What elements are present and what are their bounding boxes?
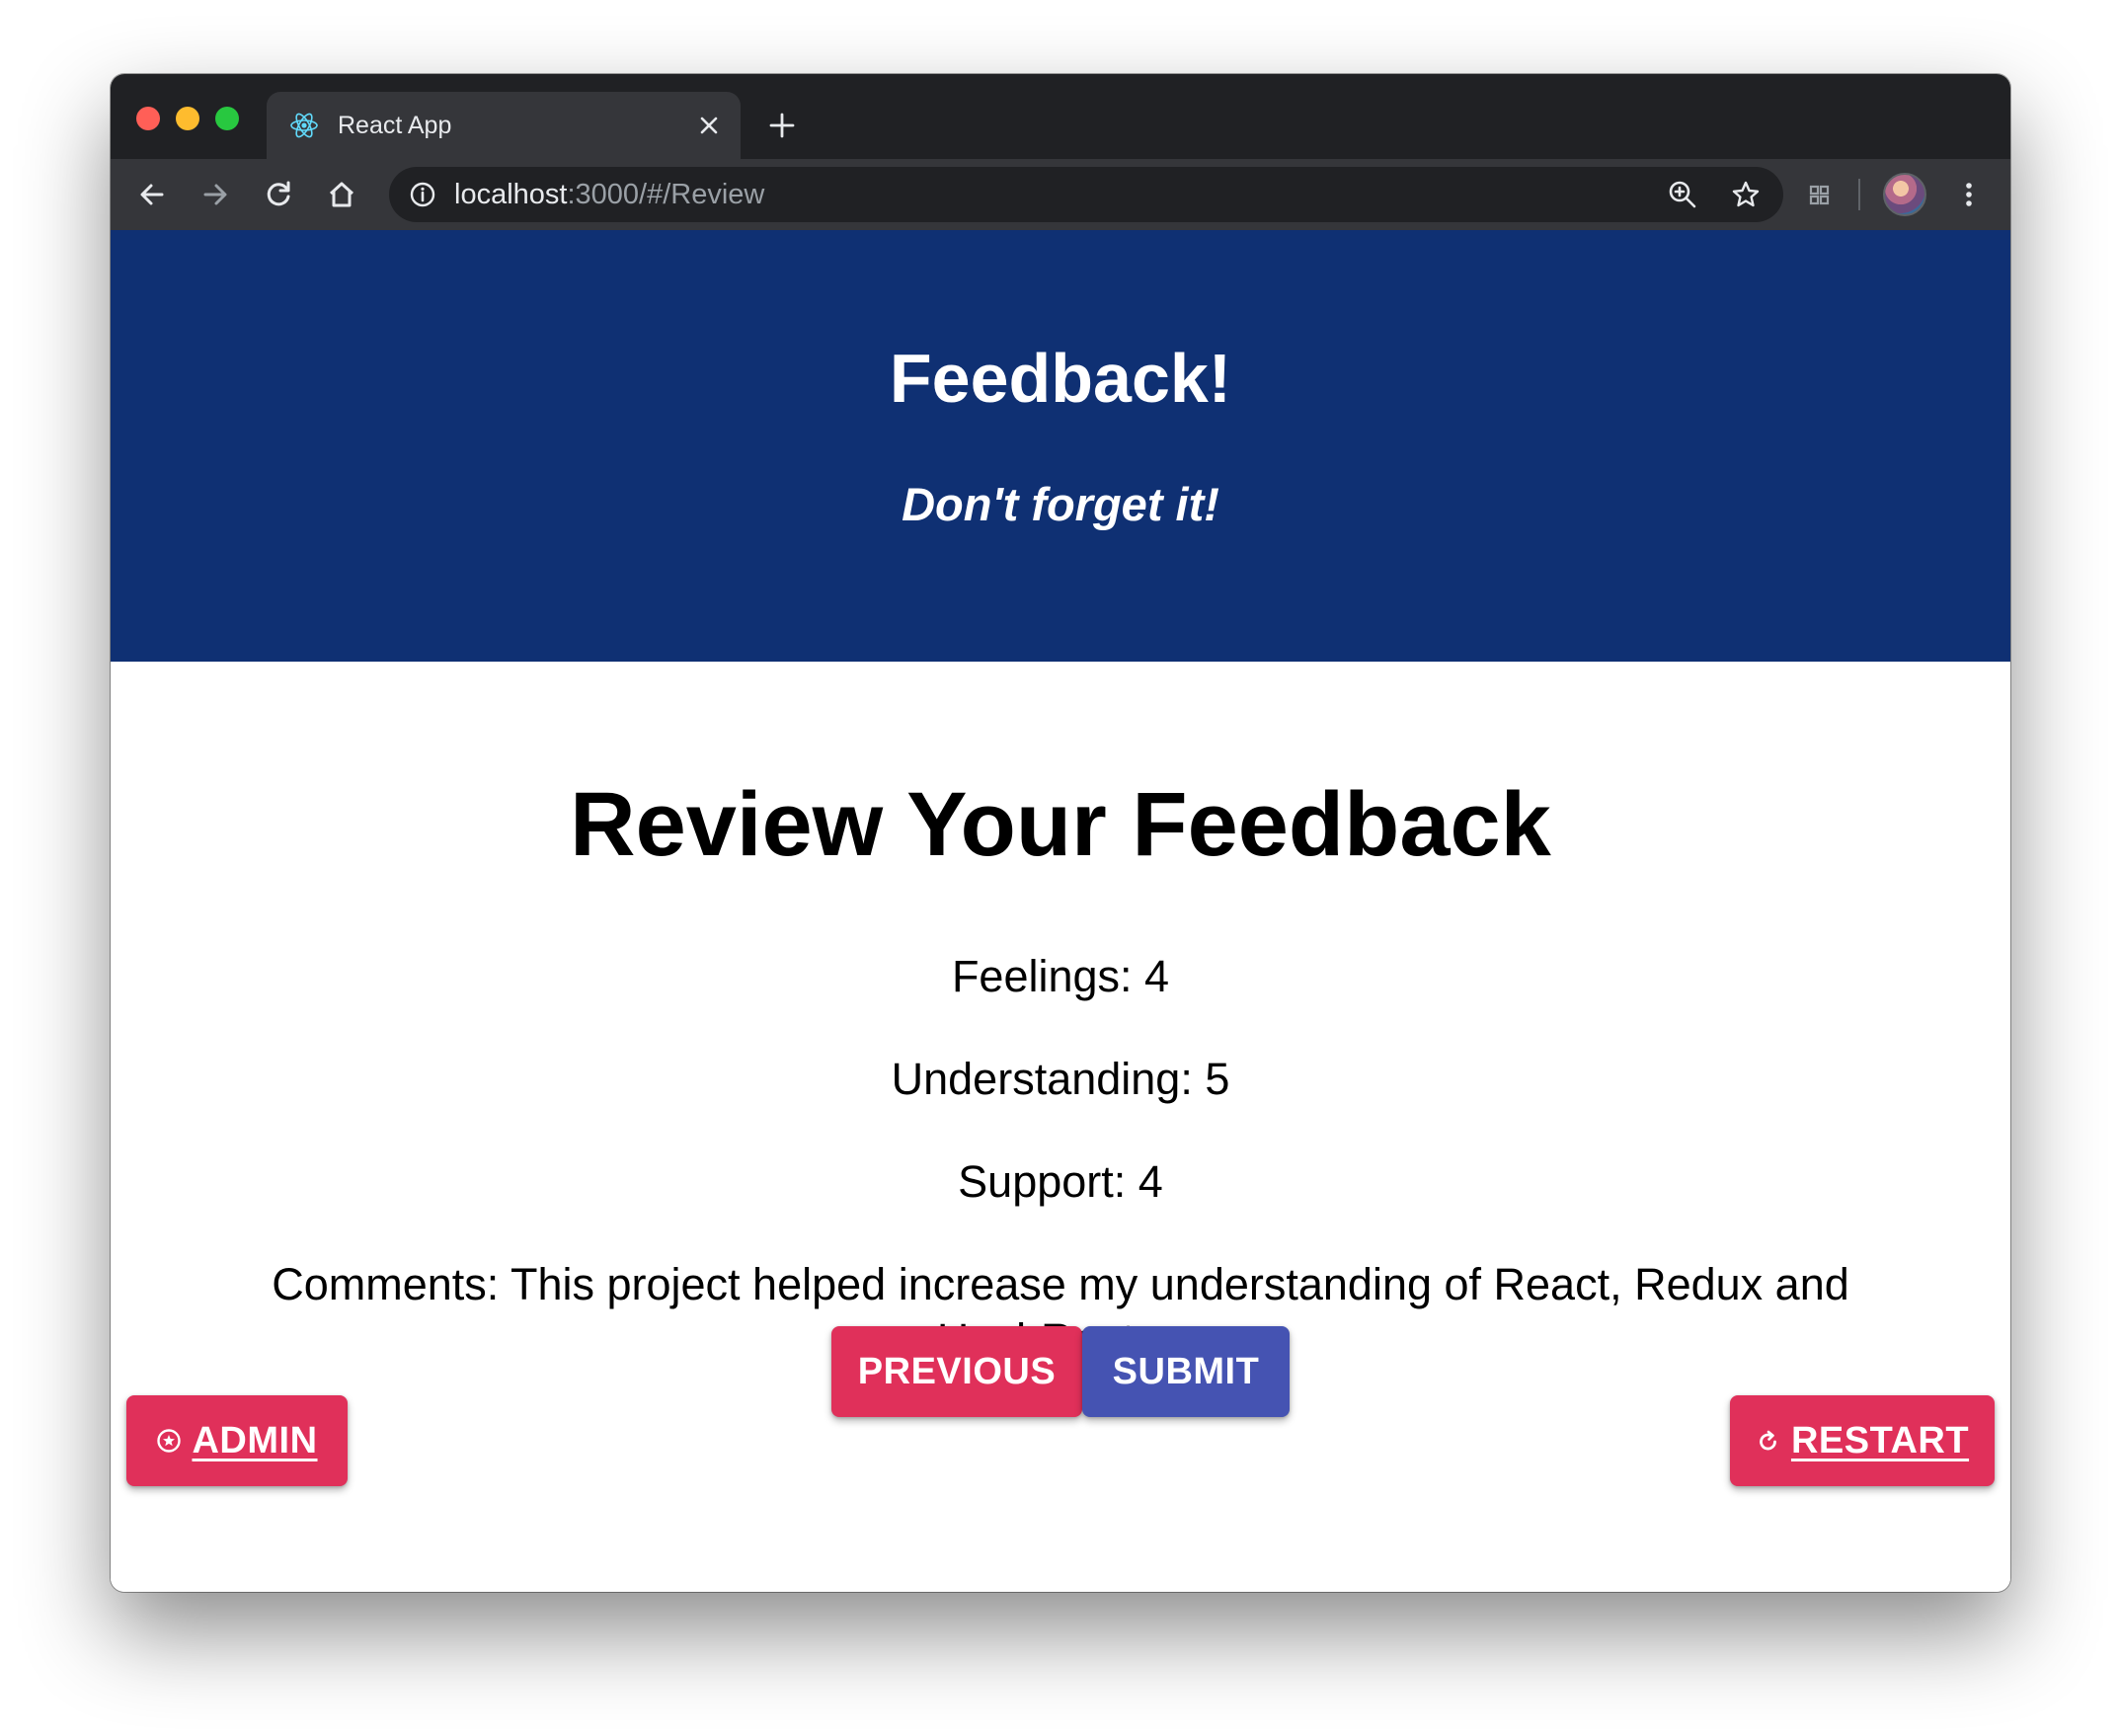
feelings-value: Feelings: 4 (951, 951, 1170, 1001)
app-title: Feedback! (889, 340, 1232, 417)
admin-button[interactable]: ADMIN (126, 1395, 348, 1486)
address-bar[interactable]: localhost:3000/#/Review (389, 167, 1783, 222)
browser-window: React App localhost:3000/#/Review Feedba… (111, 74, 2010, 1592)
maximize-window-button[interactable] (215, 107, 239, 130)
admin-button-label: ADMIN (192, 1419, 318, 1461)
close-icon[interactable] (695, 112, 723, 139)
previous-button-label: PREVIOUS (857, 1350, 1057, 1392)
zoom-icon[interactable] (1667, 179, 1698, 210)
back-arrow-icon[interactable] (134, 177, 170, 212)
close-window-button[interactable] (136, 107, 160, 130)
star-icon[interactable] (1730, 179, 1762, 210)
restart-button[interactable]: RESTART (1730, 1395, 1995, 1486)
home-icon[interactable] (324, 177, 359, 212)
kebab-menu-icon[interactable] (1951, 177, 1987, 212)
url-text[interactable]: localhost:3000/#/Review (454, 179, 764, 210)
restart-button-label: RESTART (1790, 1419, 1970, 1461)
star-circle-icon (157, 1429, 182, 1453)
restart-icon (1760, 1430, 1776, 1451)
submit-button-label: SUBMIT (1112, 1350, 1260, 1392)
restart-link[interactable]: RESTART (1756, 1420, 1969, 1462)
plus-icon[interactable] (766, 110, 798, 141)
reload-icon[interactable] (261, 177, 296, 212)
url-host: localhost (454, 179, 568, 210)
react-atom-icon (290, 113, 318, 138)
minimize-window-button[interactable] (176, 107, 199, 130)
understanding-value: Understanding: 5 (891, 1054, 1230, 1104)
forward-arrow-icon[interactable] (197, 177, 233, 212)
browser-toolbar: localhost:3000/#/Review (111, 159, 2010, 230)
page-content: Feedback! Don't forget it! Review Your F… (111, 230, 2010, 1592)
support-value: Support: 4 (958, 1156, 1163, 1207)
previous-button[interactable]: PREVIOUS (831, 1326, 1082, 1417)
app-header: Feedback! Don't forget it! (111, 230, 2010, 662)
submit-button[interactable]: SUBMIT (1082, 1326, 1290, 1417)
url-path: :3000/#/Review (567, 179, 765, 210)
info-icon[interactable] (409, 181, 436, 208)
avatar[interactable] (1883, 173, 1926, 216)
admin-link[interactable]: ADMIN (156, 1420, 317, 1462)
tab-strip: React App (111, 74, 2010, 159)
app-subtitle: Don't forget it! (902, 478, 1219, 530)
toolbar-divider (1858, 179, 1860, 210)
page-title: Review Your Feedback (570, 774, 1551, 875)
grid-icon[interactable] (1801, 177, 1837, 212)
tab-react-app[interactable]: React App (267, 92, 741, 159)
tab-title: React App (338, 112, 452, 139)
